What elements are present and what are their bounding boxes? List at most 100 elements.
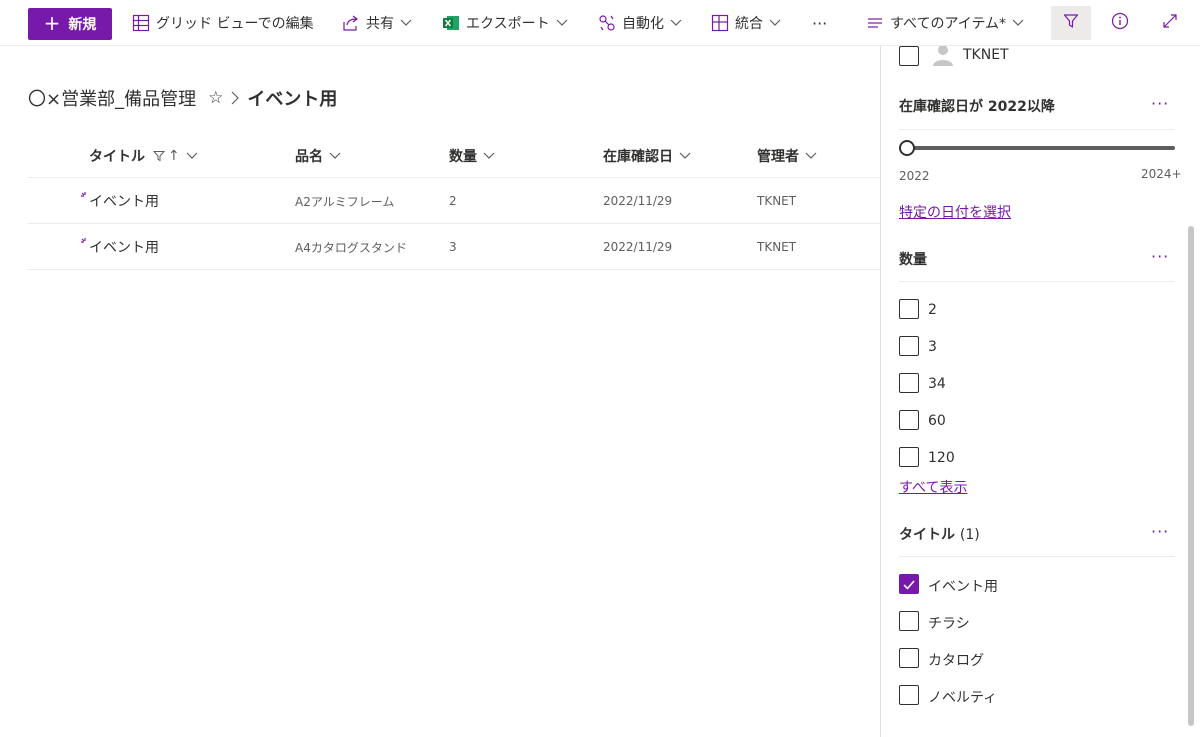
share-button[interactable]: 共有 bbox=[342, 0, 412, 46]
checkbox-qty-34[interactable] bbox=[899, 373, 919, 393]
checkbox-qty-120[interactable] bbox=[899, 447, 919, 467]
export-button[interactable]: エクスポート bbox=[442, 0, 568, 46]
cell-manager: TKNET bbox=[757, 194, 797, 208]
checkbox-qty-2[interactable] bbox=[899, 299, 919, 319]
new-button[interactable]: + 新規 bbox=[28, 8, 112, 40]
chevron-down-icon bbox=[556, 19, 568, 27]
show-all-link[interactable]: すべて表示 bbox=[899, 477, 967, 497]
scrollbar-thumb[interactable] bbox=[1188, 226, 1194, 726]
column-header-item[interactable]: 品名 bbox=[295, 134, 341, 178]
column-header-qty[interactable]: 数量 bbox=[449, 134, 495, 178]
qty-option-label: 3 bbox=[928, 339, 937, 355]
share-icon bbox=[342, 14, 360, 32]
chevron-down-icon bbox=[400, 19, 412, 27]
cell-item: A4カタログスタンド bbox=[295, 240, 407, 255]
cell-title-link[interactable]: イベント用 bbox=[89, 178, 159, 224]
new-button-label: 新規 bbox=[68, 17, 97, 33]
checkbox-title-flyer[interactable] bbox=[899, 611, 919, 631]
date-slider-thumb[interactable] bbox=[899, 140, 915, 156]
chevron-down-icon bbox=[186, 152, 198, 160]
automate-button[interactable]: 自動化 bbox=[598, 0, 682, 46]
qty-filter-title: 数量 bbox=[899, 252, 927, 268]
chevron-down-icon bbox=[670, 19, 682, 27]
expand-icon bbox=[1162, 13, 1178, 33]
title-filter-count: (1) bbox=[959, 527, 980, 543]
view-label: すべてのアイテム* bbox=[890, 16, 1007, 32]
divider bbox=[899, 281, 1175, 282]
cell-qty: 2 bbox=[449, 194, 457, 208]
title-option-label: カタログ bbox=[928, 653, 984, 669]
cell-manager: TKNET bbox=[757, 240, 797, 254]
cell-qty: 3 bbox=[449, 240, 457, 254]
info-icon bbox=[1111, 12, 1129, 34]
info-button[interactable] bbox=[1102, 6, 1138, 40]
person-avatar-icon bbox=[931, 46, 955, 66]
grid-edit-button[interactable]: グリッド ビューでの編集 bbox=[132, 0, 314, 46]
title-option-label: チラシ bbox=[928, 616, 970, 632]
qty-option-label: 2 bbox=[928, 302, 937, 318]
checkbox-title-novelty[interactable] bbox=[899, 685, 919, 705]
cell-title-link[interactable]: イベント用 bbox=[89, 224, 159, 270]
filter-pane-button[interactable] bbox=[1051, 6, 1091, 40]
divider bbox=[899, 129, 1175, 130]
chevron-down-icon bbox=[679, 152, 691, 160]
chevron-down-icon bbox=[329, 152, 341, 160]
chevron-down-icon bbox=[1012, 19, 1024, 27]
sort-ascending-icon: ↑ bbox=[168, 148, 180, 164]
column-header-title[interactable]: タイトル ↑ bbox=[89, 134, 198, 178]
date-filter-title: 在庫確認日が 2022以降 bbox=[899, 99, 1055, 115]
automate-label: 自動化 bbox=[622, 16, 664, 32]
column-header-manager[interactable]: 管理者 bbox=[757, 134, 817, 178]
checkbox-qty-3[interactable] bbox=[899, 336, 919, 356]
more-label: ··· bbox=[812, 13, 828, 33]
expand-button[interactable] bbox=[1152, 6, 1188, 40]
cell-date: 2022/11/29 bbox=[603, 194, 673, 208]
grid-edit-label: グリッド ビューでの編集 bbox=[156, 16, 314, 32]
date-filter-more-button[interactable]: ··· bbox=[1151, 94, 1169, 113]
checkbox-title-catalog[interactable] bbox=[899, 648, 919, 668]
integrate-button[interactable]: 統合 bbox=[711, 0, 781, 46]
breadcrumb: 〇×営業部_備品管理 ☆ イベント用 bbox=[28, 84, 337, 112]
chevron-down-icon bbox=[805, 152, 817, 160]
excel-icon bbox=[442, 14, 460, 32]
list-view-icon bbox=[866, 14, 884, 32]
table-row[interactable]: イベント用 A4カタログスタンド 3 2022/11/29 TKNET bbox=[28, 224, 880, 270]
plus-icon: + bbox=[43, 11, 61, 35]
breadcrumb-current: イベント用 bbox=[247, 89, 338, 110]
qty-filter-more-button[interactable]: ··· bbox=[1151, 247, 1169, 266]
cell-item: A2アルミフレーム bbox=[295, 194, 395, 209]
more-commands-button[interactable]: ··· bbox=[812, 0, 827, 46]
filter-applied-icon bbox=[153, 150, 165, 162]
title-option-label: イベント用 bbox=[928, 579, 998, 595]
divider bbox=[899, 556, 1175, 557]
integrate-label: 統合 bbox=[735, 16, 763, 32]
title-filter-more-button[interactable]: ··· bbox=[1151, 522, 1169, 541]
export-label: エクスポート bbox=[466, 16, 550, 32]
slider-max-label: 2024+ bbox=[1141, 167, 1182, 181]
chevron-down-icon bbox=[769, 19, 781, 27]
chevron-down-icon bbox=[483, 152, 495, 160]
qty-option-label: 34 bbox=[928, 376, 946, 392]
breadcrumb-parent-link[interactable]: 〇×営業部_備品管理 bbox=[28, 85, 196, 111]
command-bar: + 新規 グリッド ビューでの編集 共有 エクスポート 自動化 統合 ··· す… bbox=[0, 0, 1200, 46]
grid-icon bbox=[132, 14, 150, 32]
qty-option-label: 120 bbox=[928, 450, 955, 466]
select-date-link[interactable]: 特定の日付を選択 bbox=[899, 202, 1011, 222]
column-header-date[interactable]: 在庫確認日 bbox=[603, 134, 691, 178]
checkbox-qty-60[interactable] bbox=[899, 410, 919, 430]
share-label: 共有 bbox=[366, 16, 394, 32]
manager-option-label: TKNET bbox=[963, 47, 1009, 63]
checkbox-title-event[interactable] bbox=[899, 574, 919, 594]
automate-icon bbox=[598, 14, 616, 32]
view-switcher[interactable]: すべてのアイテム* bbox=[866, 0, 1024, 46]
filter-pane: TKNET 在庫確認日が 2022以降 ··· 2022 2024+ 特定の日付… bbox=[880, 46, 1200, 737]
favorite-star-icon[interactable]: ☆ bbox=[208, 88, 223, 108]
table-row[interactable]: イベント用 A2アルミフレーム 2 2022/11/29 TKNET bbox=[28, 178, 880, 224]
list-table: タイトル ↑ 品名 数量 在庫確認日 管理者 イベント用 A2アルミフレーム 2… bbox=[28, 134, 880, 270]
checkbox-manager-tknet[interactable] bbox=[899, 46, 919, 66]
chevron-right-icon bbox=[231, 91, 240, 105]
checkmark-icon bbox=[902, 577, 916, 596]
date-slider-track[interactable] bbox=[907, 146, 1175, 150]
title-filter-title: タイトル (1) bbox=[899, 527, 980, 543]
title-option-label: ノベルティ bbox=[928, 690, 998, 706]
